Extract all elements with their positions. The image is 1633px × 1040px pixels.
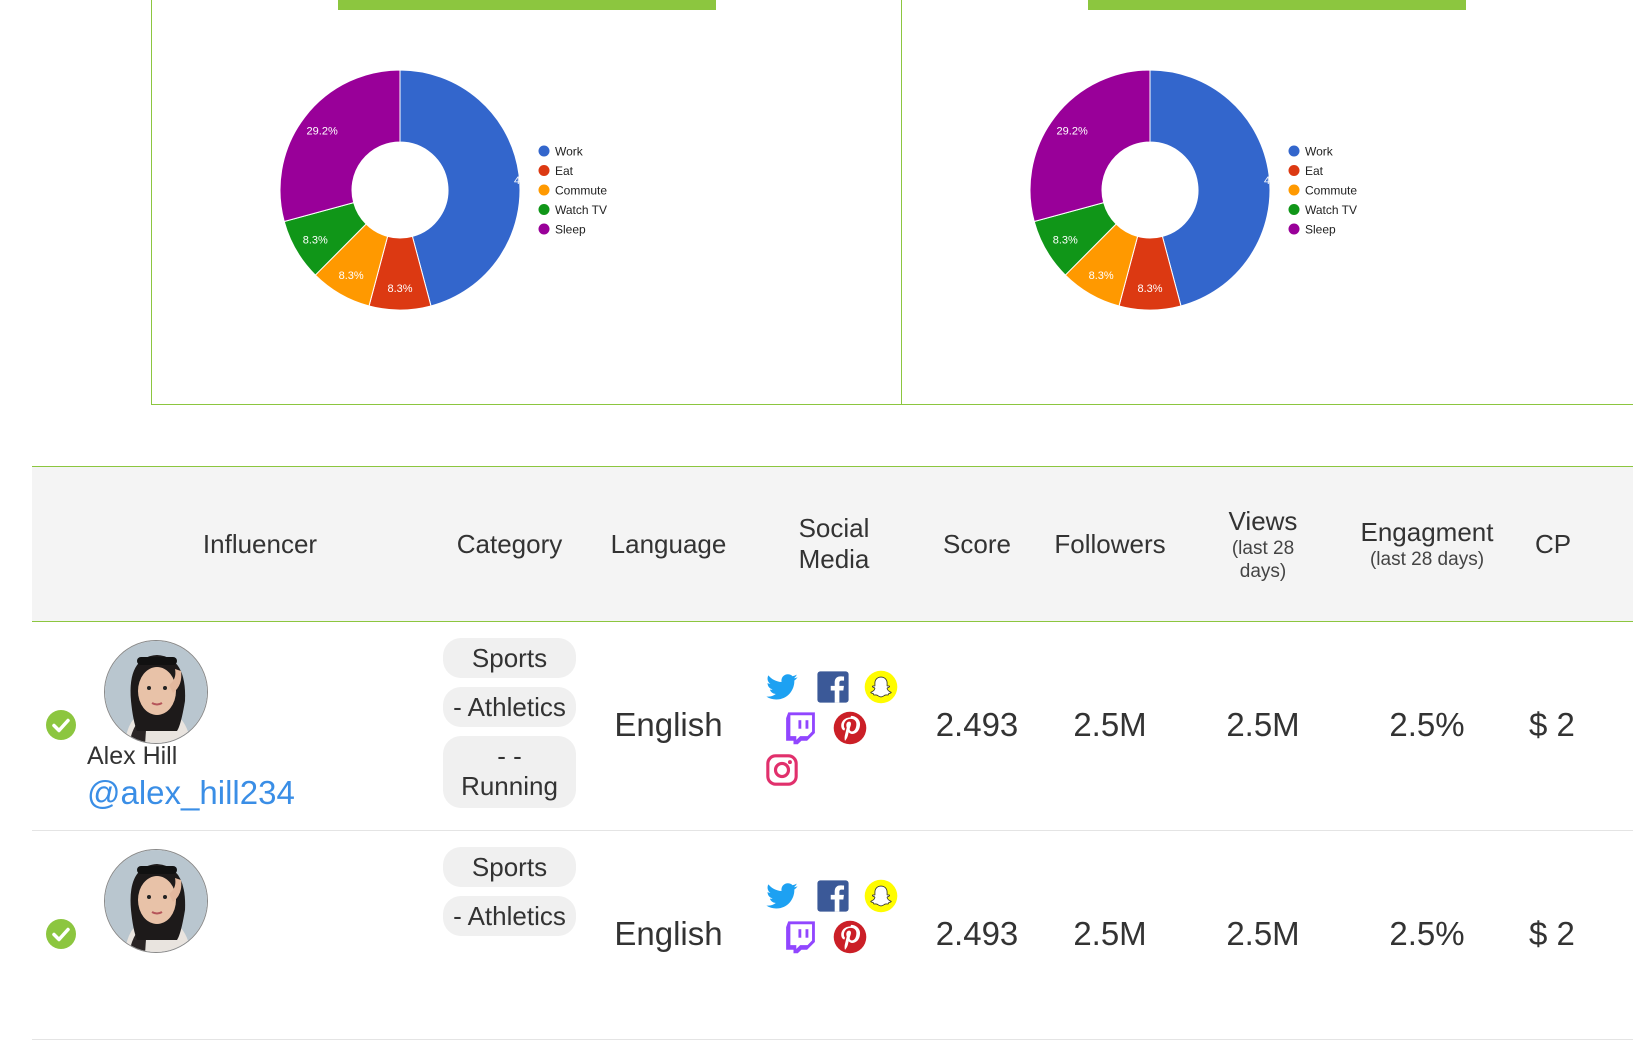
language-value: English xyxy=(614,706,723,743)
col-social-media[interactable]: Social Media xyxy=(772,467,896,621)
category-tag[interactable]: Sports xyxy=(443,847,576,887)
donut-chart-2: 45 8.3% 8.3% 8.3% 29.2% Work Eat Commute Watch T… xyxy=(1029,69,1358,311)
legend-label: Watch TV xyxy=(555,203,607,217)
legend-swatch xyxy=(1288,165,1300,176)
slice-label: 8.3% xyxy=(1137,283,1162,295)
col-cpm[interactable]: CP xyxy=(1535,467,1595,621)
legend-label: Sleep xyxy=(555,223,586,237)
legend-swatch xyxy=(538,145,550,157)
followers-value: 2.5M xyxy=(1073,915,1147,952)
col-followers[interactable]: Followers xyxy=(1045,467,1175,621)
twitter-icon[interactable] xyxy=(765,879,799,913)
snapchat-icon[interactable] xyxy=(864,670,898,704)
influencer-name: Alex Hill xyxy=(87,742,178,770)
avatar[interactable] xyxy=(104,640,208,744)
score-value: 2.493 xyxy=(935,915,1019,952)
followers-value: 2.5M xyxy=(1073,706,1147,743)
legend-swatch xyxy=(1288,223,1300,235)
language-value: English xyxy=(614,915,723,952)
legend-label: Eat xyxy=(1305,164,1324,178)
legend-swatch xyxy=(1288,145,1300,157)
twitch-icon[interactable] xyxy=(784,920,818,954)
legend-swatch xyxy=(538,184,550,196)
table-row[interactable]: Sports - Athletics English 2.493 2.5M 2.… xyxy=(32,831,1633,1040)
category-tag[interactable]: Sports xyxy=(443,638,576,678)
slice-label: 45 xyxy=(514,175,526,187)
verified-check-icon xyxy=(46,710,76,740)
legend-swatch xyxy=(538,165,550,176)
chart-panel-1: 45 8.3% 8.3% 8.3% 29.2% Work Eat Commute Watch T… xyxy=(151,0,901,405)
slice-label: 8.3% xyxy=(339,270,364,282)
donut-chart-1: 45 8.3% 8.3% 8.3% 29.2% Work Eat Commute Watch T… xyxy=(279,69,608,311)
legend-item-work[interactable]: Work xyxy=(538,145,584,159)
legend-item-watch-tv[interactable]: Watch TV xyxy=(538,203,608,217)
legend-label: Commute xyxy=(1305,184,1357,198)
slice-label: 8.3% xyxy=(1053,234,1078,246)
legend-label: Work xyxy=(555,145,584,159)
cost-value: $ 2 xyxy=(1529,915,1575,952)
instagram-icon[interactable] xyxy=(765,753,799,787)
legend-item-sleep[interactable]: Sleep xyxy=(1288,223,1337,237)
slice-label: 45 xyxy=(1264,175,1276,187)
slice-label: 8.3% xyxy=(387,283,412,295)
influencer-handle-link[interactable]: @alex_hill234 xyxy=(87,774,295,812)
engagement-value: 2.5% xyxy=(1389,915,1465,952)
legend-label: Eat xyxy=(555,164,574,178)
facebook-icon[interactable] xyxy=(816,879,850,913)
table-row[interactable]: Alex Hill @alex_hill234 Sports - Athleti… xyxy=(32,622,1633,831)
legend-item-eat[interactable]: Eat xyxy=(1288,164,1324,178)
table-header: Influencer Category Language Social Medi… xyxy=(32,466,1633,622)
facebook-icon[interactable] xyxy=(816,670,850,704)
col-views[interactable]: Views (last 28 days) xyxy=(1198,467,1328,621)
legend-label: Commute xyxy=(555,184,607,198)
legend-swatch xyxy=(538,204,550,215)
col-engagement[interactable]: Engagment (last 28 days) xyxy=(1352,467,1502,621)
verified-check-icon xyxy=(46,919,76,949)
donut-slice-sleep[interactable] xyxy=(1029,69,1151,223)
views-value: 2.5M xyxy=(1226,706,1300,743)
legend-swatch xyxy=(1288,204,1300,215)
slice-label: 29.2% xyxy=(1057,125,1088,137)
col-influencer[interactable]: Influencer xyxy=(162,467,358,621)
category-tag[interactable]: - Athletics xyxy=(443,687,576,727)
category-tag[interactable]: - - Running xyxy=(443,736,576,808)
slice-label: 8.3% xyxy=(303,234,328,246)
score-value: 2.493 xyxy=(935,706,1019,743)
col-score[interactable]: Score xyxy=(927,467,1027,621)
donut-slice-sleep[interactable] xyxy=(279,69,401,223)
pinterest-icon[interactable] xyxy=(833,711,867,745)
cost-value: $ 2 xyxy=(1529,706,1575,743)
avatar[interactable] xyxy=(104,849,208,953)
legend-item-commute[interactable]: Commute xyxy=(538,184,608,198)
legend-swatch xyxy=(1288,184,1300,196)
legend-label: Watch TV xyxy=(1305,203,1357,217)
legend-item-eat[interactable]: Eat xyxy=(538,164,574,178)
influencer-table: Influencer Category Language Social Medi… xyxy=(32,466,1633,1040)
chart-panel-2: 45 8.3% 8.3% 8.3% 29.2% Work Eat Commute Watch T… xyxy=(901,0,1633,405)
views-value: 2.5M xyxy=(1226,915,1300,952)
col-category[interactable]: Category xyxy=(443,467,576,621)
legend-item-commute[interactable]: Commute xyxy=(1288,184,1358,198)
col-language[interactable]: Language xyxy=(602,467,735,621)
pinterest-icon[interactable] xyxy=(833,920,867,954)
legend-label: Work xyxy=(1305,145,1334,159)
snapchat-icon[interactable] xyxy=(864,879,898,913)
legend-swatch xyxy=(538,223,550,235)
legend-item-sleep[interactable]: Sleep xyxy=(538,223,587,237)
legend-item-watch-tv[interactable]: Watch TV xyxy=(1288,203,1358,217)
category-tag[interactable]: - Athletics xyxy=(443,896,576,936)
engagement-value: 2.5% xyxy=(1389,706,1465,743)
twitter-icon[interactable] xyxy=(765,670,799,704)
legend-item-work[interactable]: Work xyxy=(1288,145,1334,159)
slice-label: 8.3% xyxy=(1089,270,1114,282)
legend-label: Sleep xyxy=(1305,223,1336,237)
slice-label: 29.2% xyxy=(307,125,338,137)
twitch-icon[interactable] xyxy=(784,711,818,745)
